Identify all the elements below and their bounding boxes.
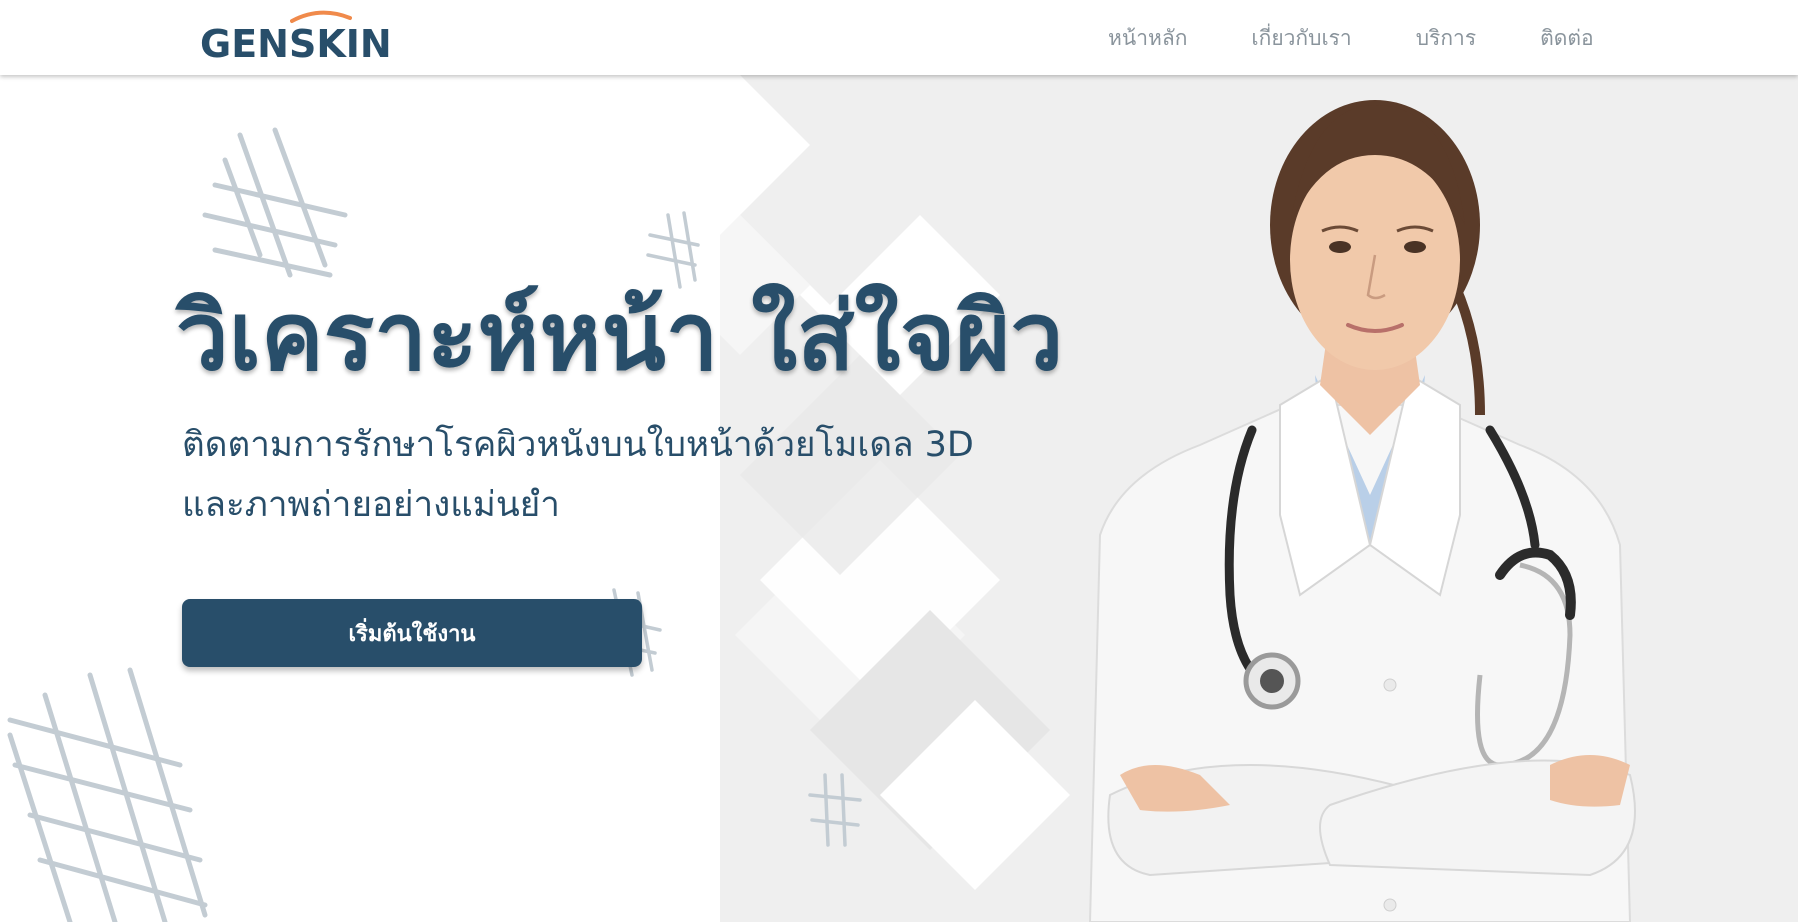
nav-home[interactable]: หน้าหลัก (1108, 22, 1187, 55)
logo-text: GENSKIN (200, 22, 392, 66)
hero-subtitle-line-2: และภาพถ่ายอย่างแม่นยำ (182, 485, 560, 525)
crosshatch-decor-bottom (7, 667, 208, 922)
crosshatch-decor-small-1 (646, 211, 700, 289)
crosshatch-decor-large (202, 127, 348, 278)
hero-section: วิเคราะห์หน้า ใส่ใจผิว ติดตามการรักษาโรค… (0, 75, 1798, 922)
nav-contact[interactable]: ติดต่อ (1540, 22, 1594, 55)
top-navbar: GENSKIN หน้าหลัก เกี่ยวกับเรา บริการ ติด… (0, 0, 1798, 75)
genskin-logo[interactable]: GENSKIN (200, 8, 392, 66)
main-nav: หน้าหลัก เกี่ยวกับเรา บริการ ติดต่อ (1108, 22, 1594, 55)
hero-subtitle-line-1: ติดตามการรักษาโรคผิวหนังบนใบหน้าด้วยโมเด… (182, 425, 974, 465)
doctor-portrait-image (1088, 100, 1636, 922)
nav-about[interactable]: เกี่ยวกับเรา (1251, 22, 1351, 55)
hero-subtitle: ติดตามการรักษาโรคผิวหนังบนใบหน้าด้วยโมเด… (182, 415, 1082, 535)
get-started-button[interactable]: เริ่มต้นใช้งาน (182, 599, 642, 667)
nav-services[interactable]: บริการ (1416, 22, 1476, 55)
